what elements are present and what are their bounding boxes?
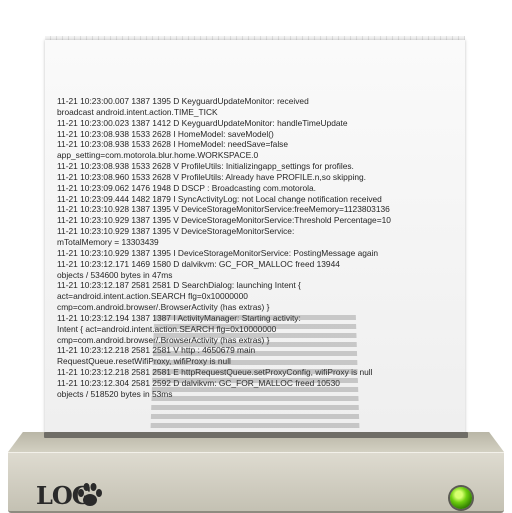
log-line: 11-21 10:23:09.444 1482 1879 I SyncActiv… xyxy=(57,193,382,204)
log-line: broadcast android.intent.action.TIME_TIC… xyxy=(57,106,218,117)
log-line: 11-21 10:23:12.187 2581 2581 D SearchDia… xyxy=(57,280,301,291)
log-line: 11-21 10:23:10.929 1387 1395 V DeviceSto… xyxy=(57,215,391,226)
log-line: 11-21 10:23:08.938 1533 2628 I HomeModel… xyxy=(57,128,274,139)
log-line: 11-21 10:23:10.929 1387 1395 I DeviceSto… xyxy=(57,247,379,258)
status-led-icon xyxy=(450,487,472,509)
log-line: mTotalMemory = 13303439 xyxy=(57,236,159,247)
log-line: 11-21 10:23:08.938 1533 2628 I HomeModel… xyxy=(57,139,289,150)
log-line: 11-21 10:23:08.938 1533 2628 V ProfileUt… xyxy=(57,161,354,172)
log-line: 11-21 10:23:00.023 1387 1412 D KeyguardU… xyxy=(57,117,348,128)
printer-base: LOG xyxy=(0,432,512,513)
log-line: 11-21 10:23:09.062 1476 1948 D DSCP : Br… xyxy=(57,182,317,193)
log-line: act=android.intent.action.SEARCH flg=0x1… xyxy=(57,291,248,302)
log-line: cmp=com.android.browser/.BrowserActivity… xyxy=(57,302,270,313)
log-line: 11-21 10:23:10.928 1387 1395 V DeviceSto… xyxy=(57,204,390,215)
log-line: 11-21 10:23:08.960 1533 2628 V ProfileUt… xyxy=(57,171,366,182)
log-line: app_setting=com.motorola.blur.home.WORKS… xyxy=(57,150,259,161)
log-line: objects / 534600 bytes in 47ms xyxy=(57,269,173,280)
log-line: 11-21 10:23:12.171 1469 1580 D dalvikvm:… xyxy=(57,258,340,269)
paw-icon xyxy=(78,483,102,506)
paper-slot xyxy=(44,432,468,438)
log-app-icon: 11-21 10:23:00.007 1387 1395 D KeyguardU… xyxy=(0,0,512,513)
log-line: 11-21 10:23:10.929 1387 1395 V DeviceSto… xyxy=(57,226,295,237)
log-line: 11-21 10:23:00.007 1387 1395 D KeyguardU… xyxy=(57,96,309,106)
base-front-panel: LOG xyxy=(8,452,504,513)
